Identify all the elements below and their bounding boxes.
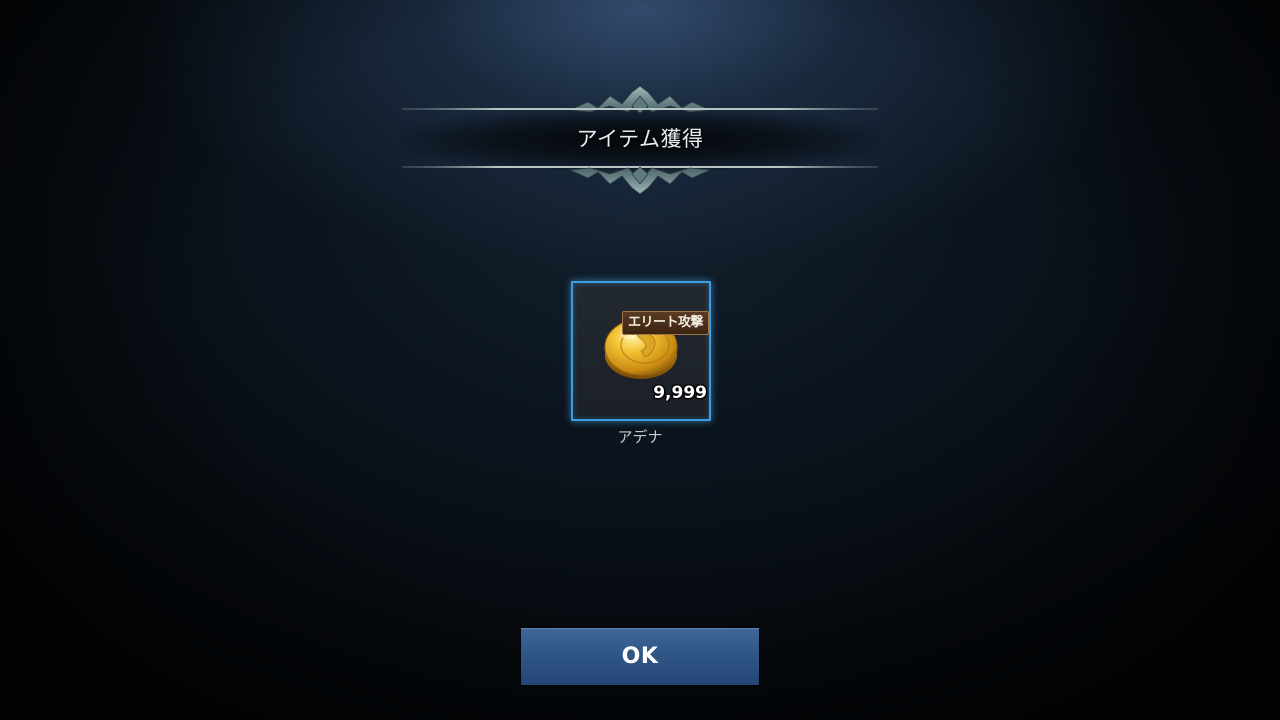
ok-button-label: OK	[621, 644, 659, 669]
ok-button[interactable]: OK	[521, 628, 759, 685]
reward-item-slot[interactable]: エリート攻撃 9,999	[571, 281, 711, 421]
title-banner: アイテム獲得	[400, 86, 880, 194]
ornament-bottom-icon	[570, 166, 710, 194]
reward-screen: アイテム獲得 エリート攻撃 9,999 アデナ OK	[0, 0, 1280, 720]
item-tag-badge: エリート攻撃	[622, 311, 710, 335]
title-line-top	[402, 108, 878, 110]
dialog-title: アイテム獲得	[576, 127, 704, 151]
item-name-label: アデナ	[617, 428, 663, 446]
item-quantity: 9,999	[653, 383, 707, 403]
